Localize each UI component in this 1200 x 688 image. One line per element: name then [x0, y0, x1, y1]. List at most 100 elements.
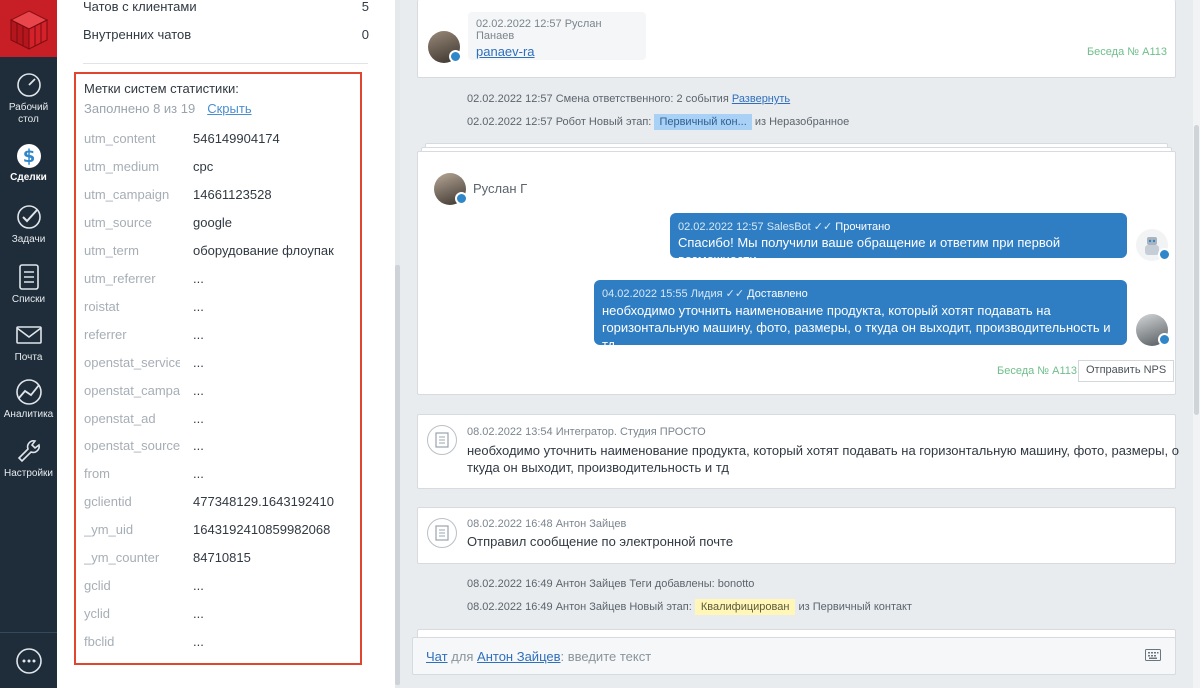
stat-value[interactable]: ... — [193, 269, 204, 289]
feed-scrollbar-thumb[interactable] — [1194, 125, 1199, 415]
event-suffix: из Первичный контакт — [798, 601, 912, 613]
chat-mode-link[interactable]: Чат — [426, 649, 448, 664]
chat-button[interactable] — [0, 632, 57, 688]
nav-item-mail[interactable]: Почта — [0, 320, 57, 364]
settings-icon — [14, 436, 44, 466]
send-nps-button[interactable]: Отправить NPS — [1078, 360, 1175, 382]
internal-chats-row: Внутренних чатов 0 — [83, 27, 369, 42]
stat-row[interactable]: utm_campaign 14661123528 — [84, 185, 356, 205]
stat-row[interactable]: yclid... — [84, 604, 356, 624]
message-header: 02.02.2022 12:57 SalesBot ✓✓ Прочитано — [678, 220, 1119, 233]
nav-item-dashboard[interactable]: Рабочий стол — [0, 70, 57, 126]
stat-row[interactable]: utm_content 546149904174 — [84, 129, 356, 149]
note-header: 08.02.2022 16:48 Антон Зайцев — [467, 518, 627, 530]
stat-row[interactable]: utm_referrer... — [84, 269, 356, 289]
nav-item-tasks[interactable]: Задачи — [0, 202, 57, 246]
chat-source-badge-icon — [449, 50, 462, 63]
for-label: для — [451, 649, 474, 664]
recipient-link[interactable]: Антон Зайцев — [477, 649, 560, 664]
logo-cube-icon — [9, 9, 48, 50]
stat-row[interactable]: gclientid 477348129.1643192410 — [84, 492, 356, 512]
nav-item-settings[interactable]: Настройки — [0, 436, 57, 480]
stat-key: utm_campaign — [84, 186, 170, 202]
stat-value[interactable]: ... — [193, 632, 204, 652]
note-card: 08.02.2022 16:48 Антон Зайцев Отправил с… — [417, 507, 1176, 564]
stat-value[interactable]: ... — [193, 353, 204, 373]
nav-item-deals[interactable]: $ Сделки — [0, 140, 57, 184]
deals-icon: $ — [14, 140, 44, 170]
stat-value[interactable]: ... — [193, 436, 204, 456]
message-link[interactable]: panaev-ra — [476, 44, 638, 59]
stage-tag[interactable]: Первичный кон... — [654, 114, 752, 130]
nav-item-analytics[interactable]: Аналитика — [0, 377, 57, 421]
left-scrollbar-thumb[interactable] — [395, 265, 400, 685]
message-meta: 04.02.2022 15:55 Лидия — [602, 288, 723, 300]
stage-tag[interactable]: Квалифицирован — [694, 599, 796, 615]
stat-row[interactable]: utm_source google — [84, 213, 356, 233]
hide-link[interactable]: Скрыть — [207, 101, 251, 116]
stat-value[interactable]: ... — [193, 297, 204, 317]
message-text-line2: горизонтальную машину, фото, размеры, о … — [602, 320, 1111, 352]
analytics-icon — [14, 377, 44, 407]
stat-row[interactable]: fbclid... — [84, 632, 356, 652]
stat-value[interactable]: ... — [193, 464, 204, 484]
stat-row[interactable]: utm_medium cpc — [84, 157, 356, 177]
stat-row[interactable]: utm_term оборудование флоупак — [84, 241, 356, 261]
conversation-number[interactable]: Беседа № А113 — [997, 365, 1077, 377]
stat-row[interactable]: openstat_ad... — [84, 409, 356, 429]
logo[interactable] — [0, 0, 57, 57]
event-text: 02.02.2022 12:57 Робот Новый этап: — [467, 116, 652, 128]
stat-value[interactable]: 1643192410859982068 — [193, 520, 330, 540]
delivered-check-icon: ✓✓ — [725, 288, 745, 300]
stat-value[interactable]: оборудование флоупак — [193, 241, 334, 261]
stat-key: openstat_ad — [84, 410, 156, 426]
message-meta: 02.02.2022 12:57 SalesBot — [678, 221, 811, 233]
stat-row[interactable]: openstat_campaign... — [84, 381, 356, 401]
stat-value[interactable]: ... — [193, 325, 204, 345]
stat-row[interactable]: roistat... — [84, 297, 356, 317]
conversation-number[interactable]: Беседа № А113 — [1087, 46, 1167, 58]
feed-scrollbar[interactable] — [1193, 0, 1200, 688]
message-text: Спасибо! Мы получили ваше обращение и от… — [678, 235, 1061, 267]
tasks-icon — [14, 202, 44, 232]
stat-value[interactable]: cpc — [193, 157, 213, 177]
stat-value[interactable]: ... — [193, 381, 204, 401]
note-text-line2: ткуда он выходит, производительность и т… — [467, 460, 729, 475]
client-chats-value: 5 — [361, 0, 369, 14]
stat-row[interactable]: gclid... — [84, 576, 356, 596]
expand-link[interactable]: Развернуть — [732, 93, 790, 105]
message-status: Прочитано — [835, 221, 891, 233]
chat-input[interactable]: Чат для Антон Зайцев: введите текст — [426, 649, 651, 664]
event-suffix: из Неразобранное — [754, 116, 850, 128]
chat-input-bar[interactable]: Чат для Антон Зайцев: введите текст — [412, 637, 1176, 675]
stat-value[interactable]: google — [193, 213, 232, 233]
stat-value[interactable]: 477348129.1643192410 — [193, 492, 334, 512]
stat-key: from — [84, 466, 110, 482]
stat-key: utm_term — [84, 242, 139, 258]
chat-bubble-icon — [15, 647, 42, 674]
nav-item-lists[interactable]: Списки — [0, 262, 57, 306]
stat-value[interactable]: ... — [193, 604, 204, 624]
keyboard-icon[interactable] — [1145, 649, 1161, 664]
note-card: 08.02.2022 13:54 Интегратор. Студия ПРОС… — [417, 414, 1179, 489]
stat-value[interactable]: 546149904174 — [193, 129, 280, 149]
nav-label: Рабочий стол — [8, 102, 49, 125]
stat-value[interactable]: 14661123528 — [193, 185, 272, 205]
stat-key: _ym_uid — [84, 522, 134, 538]
stat-row[interactable]: referrer... — [84, 325, 356, 345]
stat-row[interactable]: openstat_service... — [84, 353, 356, 373]
stat-key: gclientid — [84, 494, 132, 510]
stat-value[interactable]: ... — [193, 409, 204, 429]
stat-row[interactable]: openstat_source... — [84, 436, 356, 456]
left-nav: Рабочий стол $ Сделки Задачи Списки Почт… — [0, 0, 57, 688]
chat-author: Руслан Г — [473, 181, 528, 196]
note-header: 08.02.2022 13:54 Интегратор. Студия ПРОС… — [467, 426, 706, 438]
stat-row[interactable]: from... — [84, 464, 356, 484]
stat-value[interactable]: 84710815 — [193, 548, 251, 568]
stat-value[interactable]: ... — [193, 576, 204, 596]
stat-row[interactable]: _ym_uid 1643192410859982068 — [84, 520, 356, 540]
stat-row[interactable]: _ym_counter 84710815 — [84, 548, 356, 568]
stat-key: fbclid — [84, 634, 115, 650]
left-scrollbar[interactable] — [395, 0, 400, 688]
stat-key: utm_content — [84, 131, 156, 146]
